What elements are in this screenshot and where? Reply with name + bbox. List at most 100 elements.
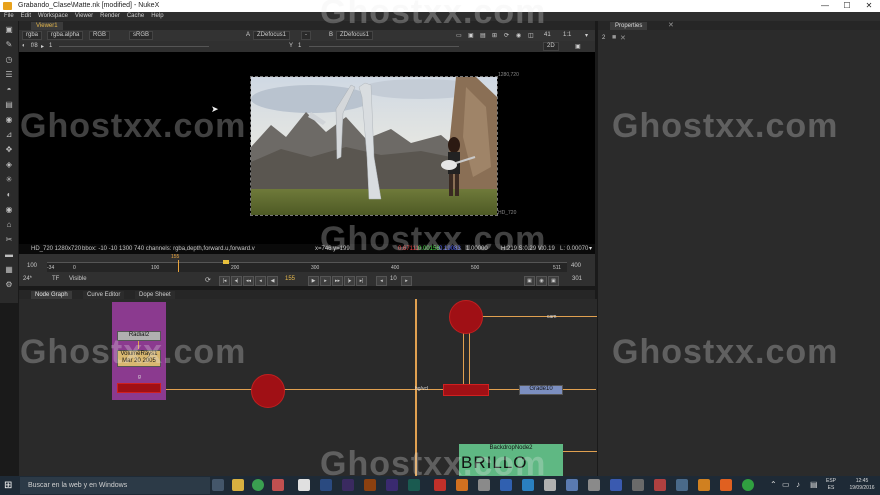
range-end[interactable]: 400 — [571, 263, 581, 269]
wipe-dropdown[interactable]: - — [301, 31, 311, 40]
media-icon[interactable] — [272, 479, 284, 491]
pause-icon[interactable]: ◉ — [516, 32, 521, 39]
nuke-taskbar-icon[interactable] — [434, 479, 446, 491]
refresh-icon[interactable]: ⟳ — [504, 32, 509, 39]
close-button[interactable]: ✕ — [858, 0, 880, 12]
tray-arrow-icon[interactable]: ⌃ — [770, 480, 777, 489]
scale-value[interactable]: 1:1 — [563, 32, 571, 38]
last-frame-icon[interactable]: ▸| — [356, 276, 367, 286]
loop-icon[interactable]: ⟳ — [205, 276, 211, 284]
node-grade[interactable]: Grade10 — [519, 385, 563, 395]
maximize-button[interactable]: ☐ — [836, 0, 858, 12]
metadata-icon[interactable]: ⌂ — [4, 220, 14, 230]
fps-dropdown[interactable]: 24* — [23, 276, 32, 282]
playhead[interactable] — [178, 260, 179, 272]
tab-properties[interactable]: Properties — [610, 22, 648, 30]
audition-icon[interactable] — [408, 479, 420, 491]
next-inc-icon[interactable]: ▸▸ — [332, 276, 343, 286]
grid-icon[interactable]: ⊞ — [492, 32, 497, 39]
channel-icon[interactable]: ☰ — [4, 70, 14, 80]
app-icon-dark-gray[interactable] — [632, 479, 644, 491]
in-point-icon[interactable]: ◉ — [536, 276, 547, 286]
photoshop-icon[interactable] — [320, 479, 332, 491]
tf-dropdown[interactable]: TF — [52, 276, 59, 282]
view-lock-icon[interactable]: ▣ — [575, 43, 581, 50]
tab-curve-editor[interactable]: Curve Editor — [83, 291, 125, 299]
node-matte-red[interactable] — [117, 383, 161, 393]
menu-help[interactable]: Help — [151, 13, 163, 19]
keyer-icon[interactable]: ◉ — [4, 115, 14, 125]
range-start[interactable]: 100 — [27, 263, 37, 269]
out-point-icon[interactable]: ▣ — [548, 276, 559, 286]
tab-node-graph[interactable]: Node Graph — [31, 291, 72, 299]
particles-icon[interactable]: ✳ — [4, 175, 14, 185]
menu-render[interactable]: Render — [100, 13, 120, 19]
lut-dropdown[interactable]: sRGB — [129, 31, 154, 40]
app-icon-green[interactable] — [742, 479, 754, 491]
app-icon-light-blue[interactable] — [522, 479, 534, 491]
play-back-icon[interactable]: ◀ — [267, 276, 278, 286]
app-icon-gray-2[interactable] — [588, 479, 600, 491]
first-frame-icon[interactable]: |◂ — [219, 276, 230, 286]
zoom-value[interactable]: 41 — [544, 32, 551, 38]
compare-icon[interactable]: ◫ — [528, 32, 534, 39]
node-camera[interactable] — [449, 300, 483, 334]
tab-viewer1[interactable]: Viewer1 — [31, 22, 63, 30]
channels-dropdown[interactable]: rgba — [22, 31, 43, 40]
app-icon-navy[interactable] — [610, 479, 622, 491]
menu-file[interactable]: File — [4, 13, 14, 19]
flipbook-icon[interactable]: ▣ — [524, 276, 535, 286]
views-icon[interactable]: ◉ — [4, 205, 14, 215]
play-icon[interactable]: ▶ — [308, 276, 319, 286]
node-scanline-render[interactable] — [443, 384, 489, 396]
step-back-icon[interactable]: ◂ — [376, 276, 387, 286]
node-volume-rays[interactable]: VolumeRays1 Mar 20 2005 — [117, 350, 161, 367]
other-icon[interactable]: ▬ — [4, 250, 14, 260]
lock-icon[interactable]: ▤ — [480, 32, 486, 39]
draw-icon[interactable]: ✎ — [4, 40, 14, 50]
file-explorer-icon[interactable] — [232, 479, 244, 491]
properties-count[interactable]: 2 — [602, 35, 605, 41]
current-frame[interactable]: 155 — [285, 276, 295, 282]
menu-viewer[interactable]: Viewer — [75, 13, 93, 19]
viewer-settings-icon[interactable]: ▾ — [585, 32, 588, 39]
merge-icon[interactable]: ⊿ — [4, 130, 14, 140]
panel-close-icon[interactable]: ✕ — [668, 21, 674, 29]
gain-toggle-icon[interactable]: ▸ — [41, 43, 44, 50]
next-key-icon[interactable]: |▸ — [344, 276, 355, 286]
menu-cache[interactable]: Cache — [127, 13, 144, 19]
menu-edit[interactable]: Edit — [21, 13, 31, 19]
app-icon-blue[interactable] — [500, 479, 512, 491]
vlc-icon[interactable] — [298, 479, 310, 491]
end-frame[interactable]: 301 — [572, 276, 582, 282]
menu-workspace[interactable]: Workspace — [38, 13, 68, 19]
illustrator-icon[interactable] — [364, 479, 376, 491]
app-icon-red[interactable] — [654, 479, 666, 491]
prev-inc-icon[interactable]: ◂◂ — [243, 276, 254, 286]
minimize-button[interactable]: — — [814, 0, 836, 12]
volume-icon[interactable]: ♪ — [796, 480, 800, 489]
colorspace-dropdown[interactable]: RGB — [89, 31, 111, 40]
3d-icon[interactable]: ◈ — [4, 160, 14, 170]
node-red-circle[interactable] — [251, 374, 285, 408]
image-icon[interactable]: ▣ — [4, 25, 14, 35]
y-value[interactable]: 1 — [298, 43, 301, 49]
premiere-icon[interactable] — [342, 479, 354, 491]
app-icon-steel[interactable] — [566, 479, 578, 491]
gain-value[interactable]: 1 — [49, 43, 52, 49]
chrome-icon[interactable] — [252, 479, 264, 491]
filter-icon[interactable]: ▤ — [4, 100, 14, 110]
input-a-dropdown[interactable]: ZDefocus1 — [253, 31, 291, 40]
viewer-canvas[interactable]: 1280,720 HD_720 ➤ — [19, 52, 595, 244]
tab-dope-sheet[interactable]: Dope Sheet — [135, 291, 175, 299]
clock[interactable]: 12:45 19/09/2016 — [846, 478, 878, 492]
settings-icon[interactable]: ⚙ — [4, 280, 14, 290]
view-mode-dropdown[interactable]: 2D — [543, 42, 559, 51]
notification-icon[interactable]: ▤ — [810, 480, 818, 489]
backdrop-green[interactable]: BackdropNode2 BRILLO — [459, 444, 563, 476]
transform-icon[interactable]: ✥ — [4, 145, 14, 155]
step-forward-icon[interactable]: ▸ — [401, 276, 412, 286]
furnace-icon[interactable]: ▦ — [4, 265, 14, 275]
toolsets-icon[interactable]: ✂ — [4, 235, 14, 245]
app-icon-gray[interactable] — [478, 479, 490, 491]
